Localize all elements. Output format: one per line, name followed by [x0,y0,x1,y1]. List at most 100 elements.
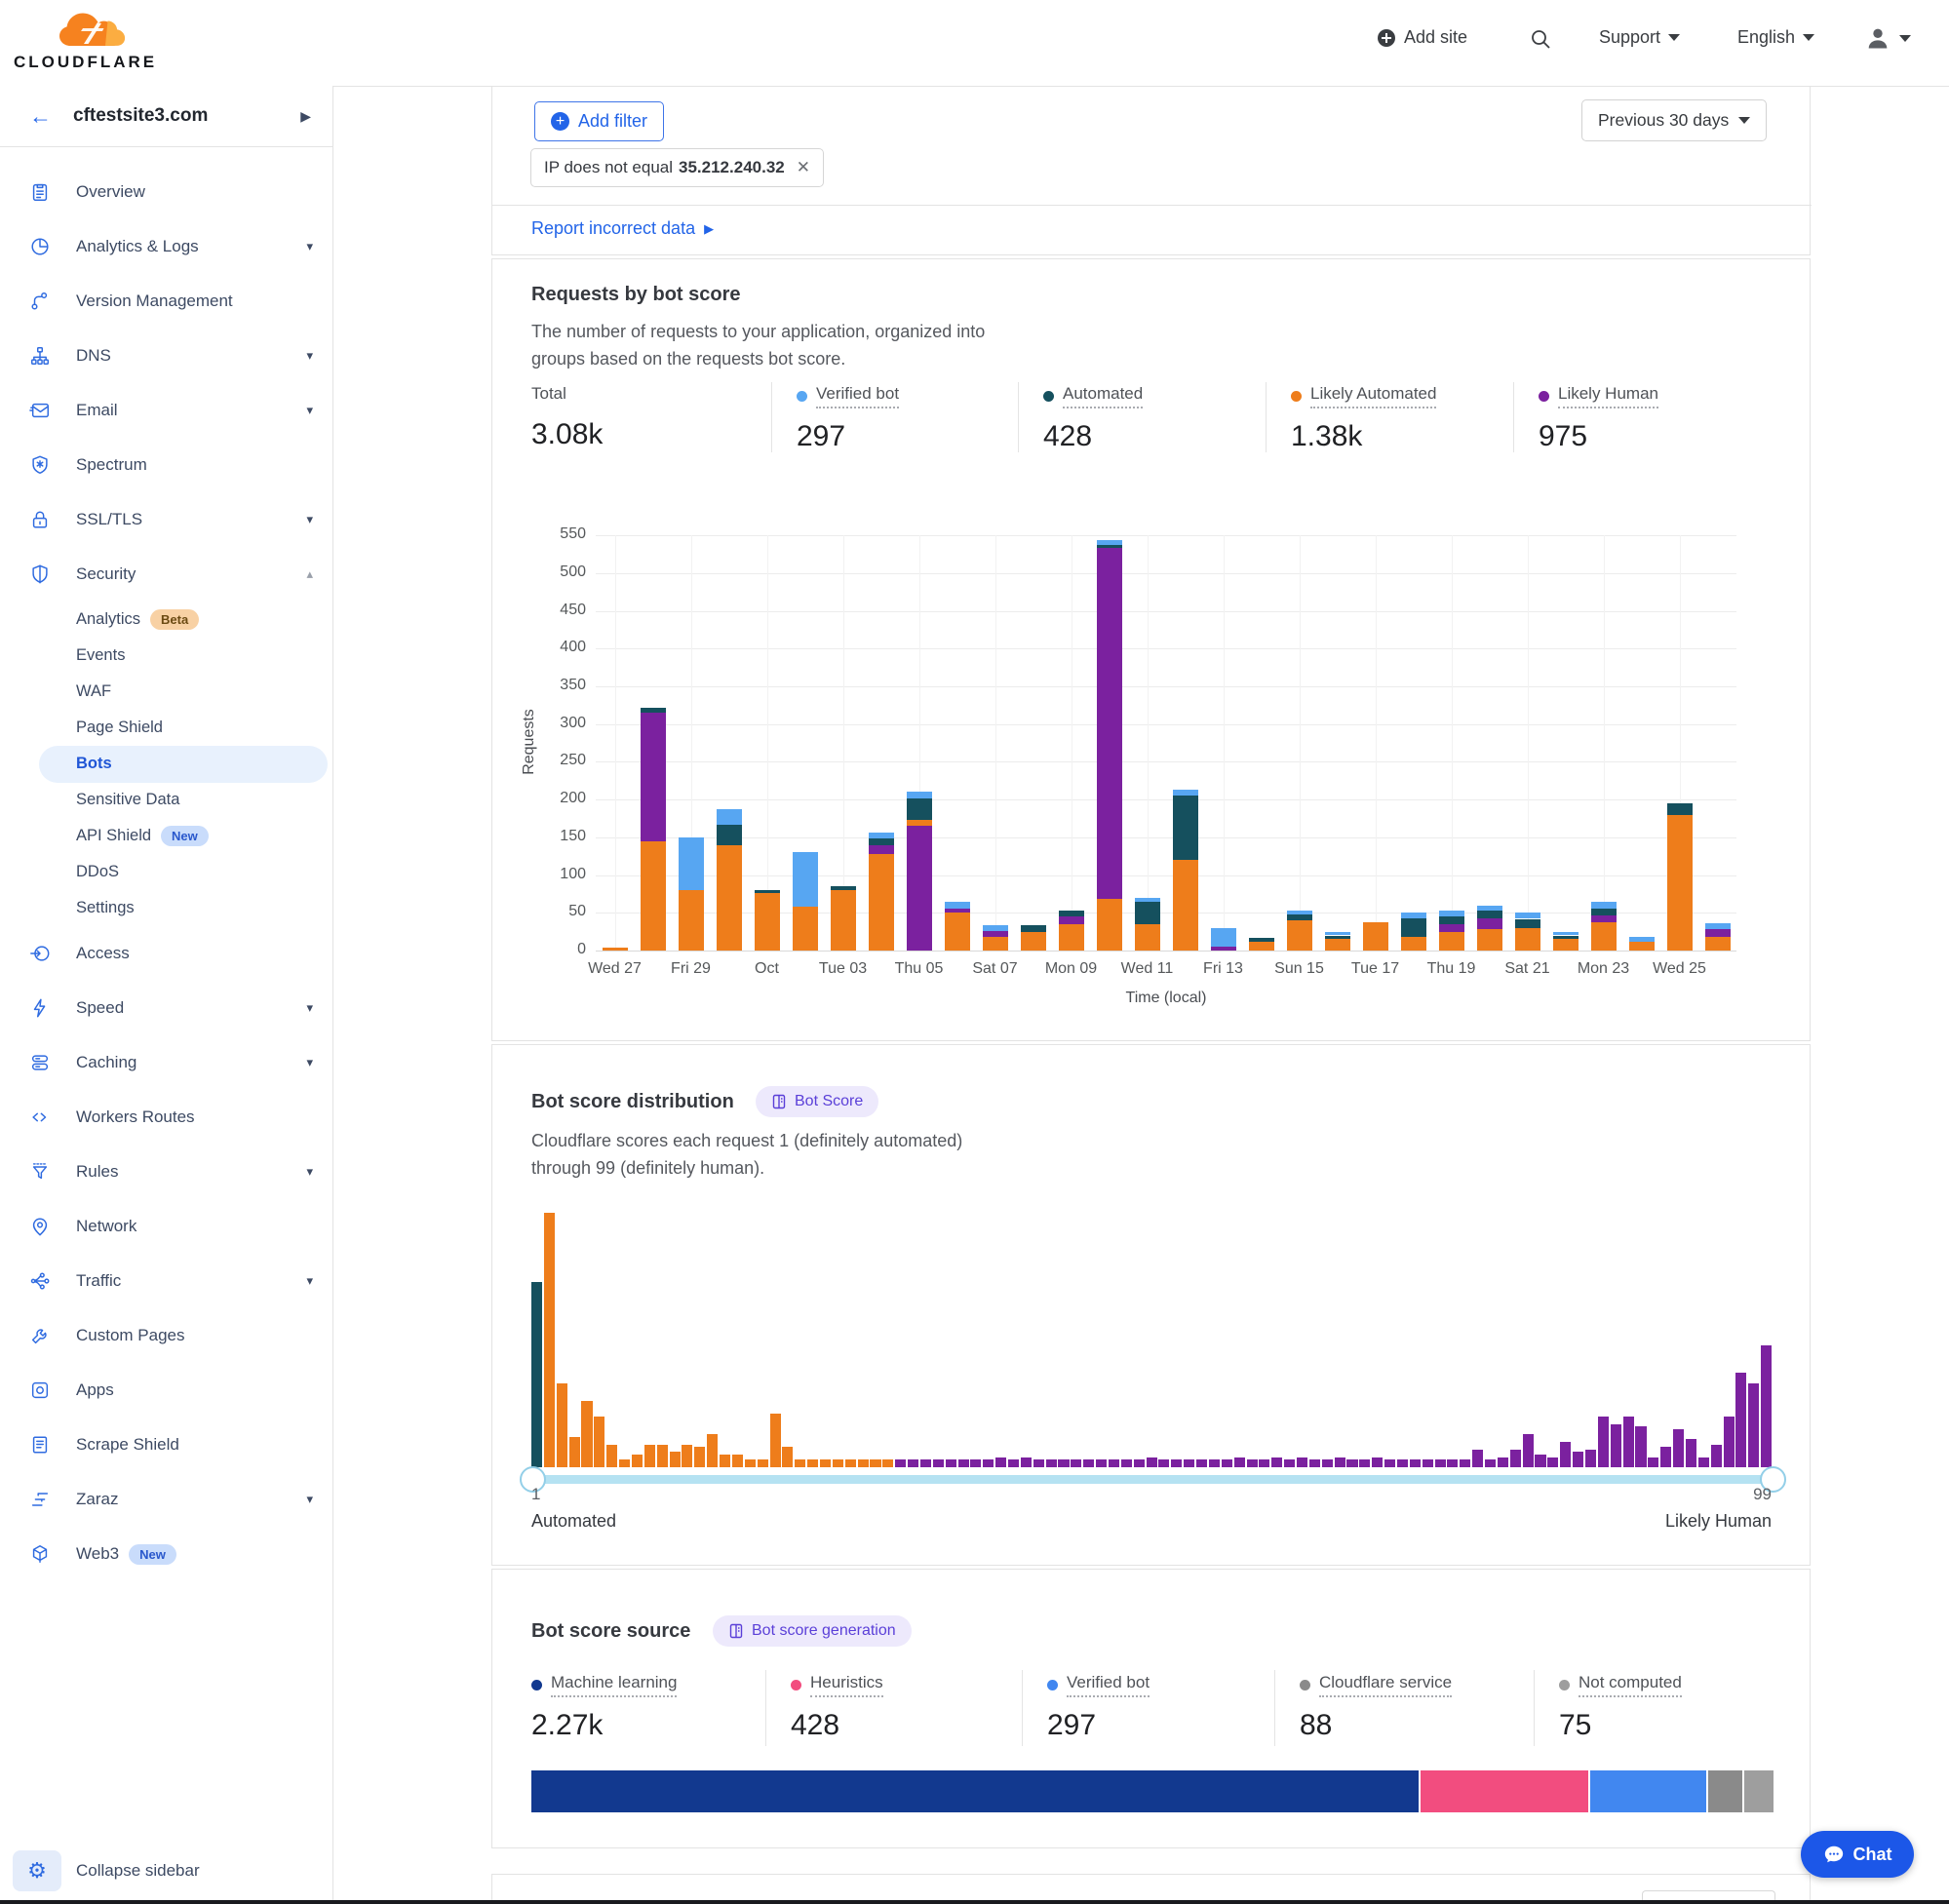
bot-score-generation-badge[interactable]: Bot score generation [713,1615,912,1647]
sidebar-item-security[interactable]: Security▴ [0,547,332,602]
sidebar-item-settings[interactable]: Settings [0,890,332,926]
bar-segment-vb [1135,898,1160,902]
stat-machine-learning[interactable]: Machine learning2.27k [531,1673,677,1742]
sidebar-item-email[interactable]: Email▾ [0,383,332,438]
histogram-bar-score-57 [1234,1457,1245,1467]
bot-score-distribution-card: Bot score distribution Bot Score Cloudfl… [491,1044,1811,1566]
bar-segment-vb [1629,937,1655,942]
histogram-bar-score-47 [1109,1459,1119,1467]
plus-icon: + [551,112,569,131]
sidebar-item-scrape-shield[interactable]: Scrape Shield [0,1418,332,1472]
bar-segment-la [1363,922,1388,951]
sidebar-item-network[interactable]: Network [0,1199,332,1254]
histogram-bar-score-80 [1523,1434,1534,1467]
chevron-down-icon: ▾ [306,1000,313,1016]
bar-segment-lh [1591,915,1617,921]
sidebar-item-web3[interactable]: Web3New [0,1527,332,1581]
histogram-bar-score-89 [1635,1426,1646,1467]
histogram-bar-score-40 [1021,1457,1032,1467]
sidebar-item-label: Network [76,1217,136,1236]
sidebar-item-api-shield[interactable]: API ShieldNew [0,818,332,854]
histogram-bar-score-69 [1384,1459,1395,1467]
collapse-sidebar-button[interactable]: Collapse sidebar [76,1861,200,1881]
sidebar-item-bots[interactable]: Bots [0,746,332,782]
histogram-bar-score-97 [1735,1373,1746,1467]
sidebar-item-apps[interactable]: Apps [0,1363,332,1418]
bar-segment-vb [907,792,932,799]
language-menu[interactable]: English [1737,27,1814,48]
card-divider [492,205,1812,206]
add-filter-button[interactable]: + Add filter [534,101,664,141]
remove-filter-icon[interactable]: ✕ [797,158,810,177]
x-tick-label: Mon 23 [1571,960,1637,978]
back-arrow-icon[interactable]: ← [29,103,52,130]
sidebar-item-overview[interactable]: Overview [0,165,332,219]
beta-badge: Beta [150,609,199,630]
cloudflare-logo[interactable] [55,5,127,50]
sidebar-item-analytics[interactable]: AnalyticsBeta [0,602,332,638]
support-menu[interactable]: Support [1599,27,1680,48]
sidebar-item-events[interactable]: Events [0,638,332,674]
histogram-bar-score-32 [920,1459,931,1467]
report-incorrect-data-link[interactable]: Report incorrect data ▶ [531,218,714,239]
version-icon [27,291,53,312]
access-icon [27,943,53,964]
sidebar-item-ssl-tls[interactable]: SSL/TLS▾ [0,492,332,547]
sidebar-item-workers-routes[interactable]: Workers Routes [0,1090,332,1145]
sidebar-item-traffic[interactable]: Traffic▾ [0,1254,332,1308]
stat-heuristics[interactable]: Heuristics428 [791,1673,883,1742]
histogram-bar-score-59 [1259,1459,1269,1467]
add-site-button[interactable]: Add site [1377,27,1467,48]
stat-verified-bot[interactable]: Verified bot297 [1047,1673,1150,1742]
bottom-edge [0,1900,1949,1904]
gridline-x [1148,535,1149,951]
chat-button[interactable]: Chat [1801,1831,1914,1878]
stat-value: 75 [1559,1709,1682,1742]
stat-divider [1274,1670,1275,1746]
sidebar-item-ddos[interactable]: DDoS [0,854,332,890]
chevron-down-icon: ▾ [306,1164,313,1180]
sidebar-item-waf[interactable]: WAF [0,674,332,710]
stat-value: 297 [1047,1709,1150,1742]
time-range-dropdown[interactable]: Previous 30 days [1581,99,1767,141]
docs-icon [728,1623,744,1639]
plus-circle-icon [1377,28,1396,48]
chevron-down-icon [1803,34,1814,41]
sidebar-item-label: Spectrum [76,455,147,475]
sidebar-item-speed[interactable]: Speed▾ [0,981,332,1035]
histogram-bar-score-28 [870,1459,880,1467]
site-header[interactable]: ← cftestsite3.com ▶ [0,86,332,147]
sidebar-item-access[interactable]: Access [0,926,332,981]
sidebar-item-caching[interactable]: Caching▾ [0,1035,332,1090]
histogram-bar-score-77 [1485,1459,1496,1467]
sidebar-item-analytics-logs[interactable]: Analytics & Logs▾ [0,219,332,274]
sidebar-item-label: Settings [76,899,135,917]
stat-cloudflare-service[interactable]: Cloudflare service88 [1300,1673,1452,1742]
sidebar-item-spectrum[interactable]: Spectrum [0,438,332,492]
gridline-x [1452,535,1453,951]
sidebar-item-page-shield[interactable]: Page Shield [0,710,332,746]
bar-segment-lh [1477,918,1502,930]
chevron-down-icon: ▾ [306,1492,313,1507]
search-icon[interactable] [1529,27,1552,51]
account-menu[interactable] [1864,24,1911,52]
histogram-bar-score-87 [1611,1424,1621,1467]
sidebar-item-rules[interactable]: Rules▾ [0,1145,332,1199]
bar-segment-vb [1477,906,1502,911]
chevron-right-icon[interactable]: ▶ [300,108,311,125]
traffic-icon [27,1270,53,1292]
sidebar-item-version-management[interactable]: Version Management [0,274,332,329]
histogram-bar-score-72 [1423,1459,1433,1467]
score-range-slider-track[interactable] [531,1475,1774,1484]
chevron-up-icon: ▴ [306,566,313,582]
top-nav: CLOUDFLARE Add site Support English [0,0,1949,86]
y-tick-label: 50 [541,903,586,920]
sidebar-item-dns[interactable]: DNS▾ [0,329,332,383]
bar-segment-la [1287,920,1312,951]
sidebar-item-sensitive-data[interactable]: Sensitive Data [0,782,332,818]
custom-pages-icon [27,1325,53,1346]
sidebar-item-custom-pages[interactable]: Custom Pages [0,1308,332,1363]
stat-not-computed[interactable]: Not computed75 [1559,1673,1682,1742]
sidebar-item-zaraz[interactable]: Zaraz▾ [0,1472,332,1527]
settings-gear-button[interactable]: ⚙ [13,1850,61,1891]
